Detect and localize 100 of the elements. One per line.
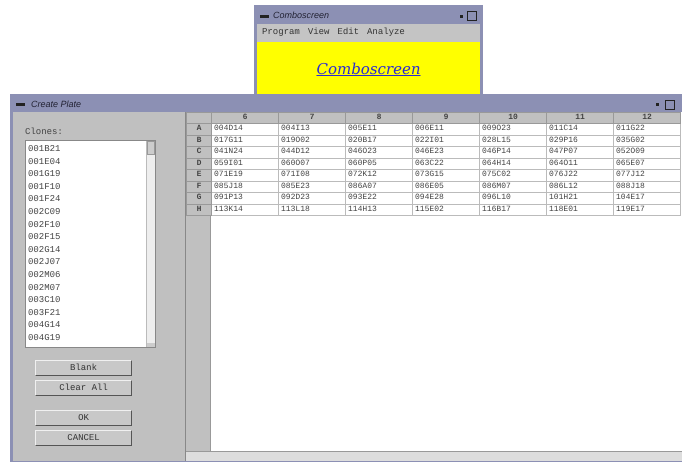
column-header: 12 [614,112,680,124]
table-cell: 091P13 [212,192,278,204]
table-cell: 035G02 [614,135,680,146]
list-item[interactable]: 002F10 [28,218,146,232]
table-cell: 113L18 [278,204,346,216]
menu-item[interactable]: Edit [337,26,360,40]
table-cell: 096L10 [480,192,546,204]
row-header: E [186,170,212,181]
list-item[interactable]: 002G14 [28,244,146,256]
table-cell: 118E01 [546,204,614,216]
table-cell: 093E22 [346,192,412,204]
column-header: 7 [278,112,346,124]
table-cell: 044D12 [278,146,346,158]
table-cell: 017G11 [212,135,278,146]
list-item[interactable]: 004G19 [28,332,146,344]
table-cell: 064O11 [546,158,614,170]
table-cell: 113K14 [212,204,278,216]
table-cell: 086M07 [480,181,546,192]
list-item[interactable]: 002J07 [28,256,146,269]
list-item[interactable]: 002C09 [28,206,146,219]
row-header: G [186,192,212,204]
row-header: H [186,204,212,216]
table-cell: 073G15 [412,170,480,181]
table-cell: 011G22 [614,124,680,135]
table-cell: 086A07 [346,181,412,192]
table-cell: 063C22 [412,158,480,170]
minimize-icon[interactable] [460,14,463,18]
table-cell: 086E05 [412,181,480,192]
table-cell: 028L15 [480,135,546,146]
list-item[interactable]: 001E04 [28,156,146,168]
menu-item[interactable]: Analyze [367,26,405,40]
table-cell: 046P14 [480,146,546,158]
table-cell: 076J22 [546,170,614,181]
column-header: 8 [346,112,412,124]
clones-list[interactable]: 001B21 001E04 001G19 001F10 001F24 002C09 002F10 002F15 002G14 002J07 002M06 002M07 003C10 003F21 004G14 004G19 [25,140,156,348]
window-menu-icon[interactable] [260,14,269,18]
table-cell: 072K12 [346,170,412,181]
table-cell: 041N24 [212,146,278,158]
table-cell: 006E11 [412,124,480,135]
table-cell: 004D14 [212,124,278,135]
table-cell: 094E28 [412,192,480,204]
list-item[interactable]: 002M07 [28,282,146,294]
table-cell: 020B17 [346,135,412,146]
maximize-icon[interactable] [665,100,675,110]
row-header: C [186,146,212,158]
list-item[interactable]: 004G14 [28,319,146,332]
list-item[interactable]: 001B21 [28,143,146,156]
menu-item[interactable]: Program [262,26,300,40]
table-cell: 104E17 [614,192,680,204]
table-cell: 071I08 [278,170,346,181]
table-cell: 088J18 [614,181,680,192]
list-item[interactable]: 003F21 [28,306,146,320]
table-cell: 075C02 [480,170,546,181]
table-cell: 064H14 [480,158,546,170]
table-cell: 116B17 [480,204,546,216]
row-header: F [186,181,212,192]
dialog-button[interactable]: CANCEL [35,430,132,446]
dialog-button[interactable]: Blank [35,360,132,376]
table-cell: 060P05 [346,158,412,170]
dialog-button[interactable]: OK [35,410,132,426]
list-item[interactable]: 001F24 [28,193,146,206]
table-cell: 004I13 [278,124,346,135]
table-cell: 085E23 [278,181,346,192]
table-cell: 047P07 [546,146,614,158]
dialog-button[interactable]: Clear All [35,380,132,396]
table-cell: 059I01 [212,158,278,170]
maximize-icon[interactable] [467,11,477,21]
table-cell: 101H21 [546,192,614,204]
list-item[interactable]: 001G19 [28,168,146,181]
table-cell: 086L12 [546,181,614,192]
table-cell: 029P16 [546,135,614,146]
table-cell: 119E17 [614,204,680,216]
table-cell: 114H13 [346,204,412,216]
row-header: B [186,135,212,146]
table-cell: 071E19 [212,170,278,181]
menu-item[interactable]: View [308,26,330,40]
table-cell: 052O09 [614,146,680,158]
table-cell: 077J12 [614,170,680,181]
clones-label: Clones: [25,126,64,139]
table-cell: 005E11 [346,124,412,135]
row-header: D [186,158,212,170]
table-cell: 065E07 [614,158,680,170]
scrollbar[interactable] [146,141,155,347]
list-item[interactable]: 003C10 [28,294,146,307]
table-cell: 011C14 [546,124,614,135]
table-cell: 046E23 [412,146,480,158]
list-item[interactable]: 001F10 [28,180,146,194]
table-cell: 115E02 [412,204,480,216]
list-item[interactable]: 002M06 [28,268,146,282]
table-cell: 009O23 [480,124,546,135]
horizontal-scrollbar[interactable] [186,451,682,461]
banner-text: Comboscreen [316,62,421,77]
row-header: A [186,124,212,135]
table-cell: 060O07 [278,158,346,170]
list-item[interactable]: 002F15 [28,231,146,244]
column-header: 9 [412,112,480,124]
column-header: 6 [212,112,278,124]
window-title: Create Plate [31,98,82,111]
column-header: 10 [480,112,546,124]
table-cell: 085J18 [212,181,278,192]
